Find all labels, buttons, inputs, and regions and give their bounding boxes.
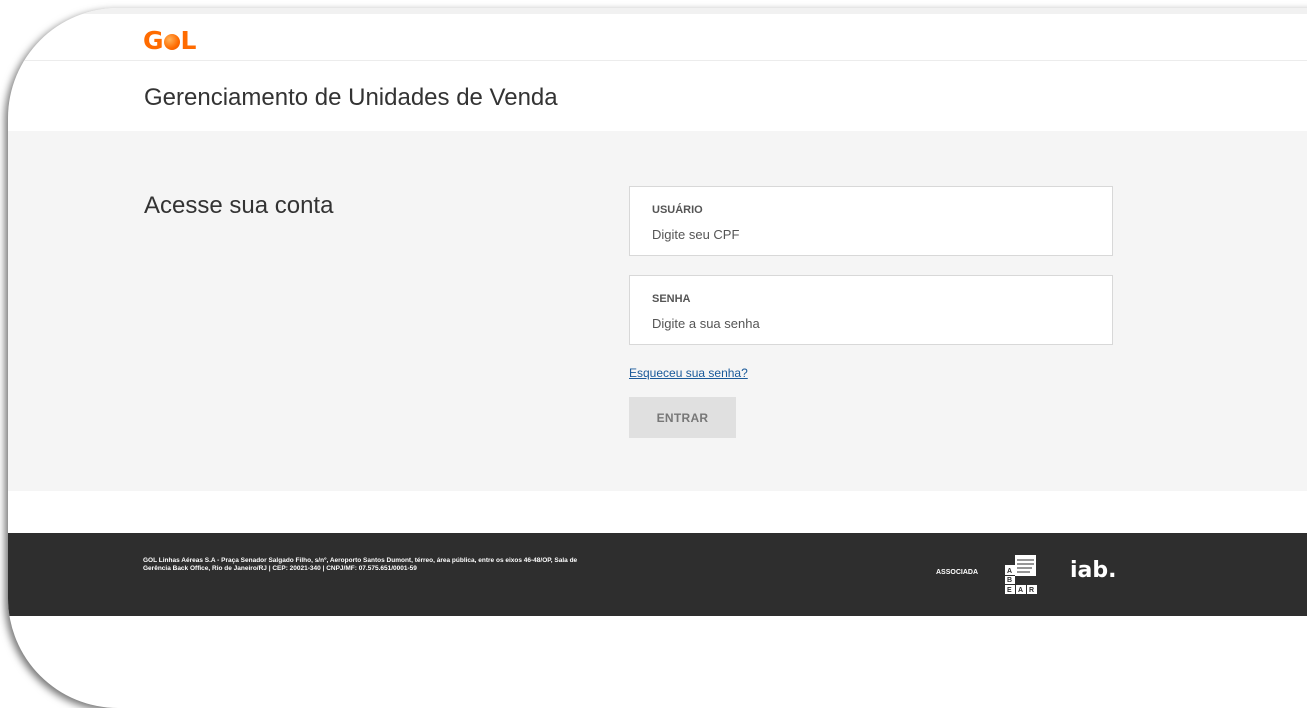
gol-logo[interactable]: GL [143, 26, 196, 55]
footer: GOL Linhas Aéreas S.A - Praça Senador Sa… [8, 533, 1307, 616]
password-field[interactable]: SENHA [629, 275, 1113, 345]
logo-sun-icon [163, 34, 180, 50]
password-input[interactable] [648, 313, 1076, 333]
abear-logo[interactable]: A B E A R [1004, 553, 1038, 595]
password-field-label: SENHA [652, 293, 691, 305]
login-button[interactable]: ENTRAR [629, 397, 736, 438]
user-field-label: USUÁRIO [652, 204, 703, 216]
cpf-input[interactable] [648, 224, 1076, 244]
abear-letter: E [1007, 587, 1012, 594]
associated-label: ASSOCIADA [936, 569, 979, 576]
header-divider [8, 60, 1307, 61]
login-heading: Acesse sua conta [144, 192, 334, 219]
abear-letter: A [1018, 587, 1023, 594]
footer-address: GOL Linhas Aéreas S.A - Praça Senador Sa… [143, 557, 578, 572]
app-window: GL Gerenciamento de Unidades de Venda Ac… [8, 8, 1307, 708]
abear-letter: B [1007, 577, 1012, 584]
page-title: Gerenciamento de Unidades de Venda [144, 84, 558, 111]
top-border [8, 8, 1307, 14]
abear-letter: A [1007, 568, 1012, 575]
abear-letter: R [1029, 587, 1034, 594]
iab-logo[interactable]: iab. [1070, 558, 1117, 583]
forgot-password-link[interactable]: Esqueceu sua senha? [629, 366, 748, 380]
user-field[interactable]: USUÁRIO [629, 186, 1113, 256]
